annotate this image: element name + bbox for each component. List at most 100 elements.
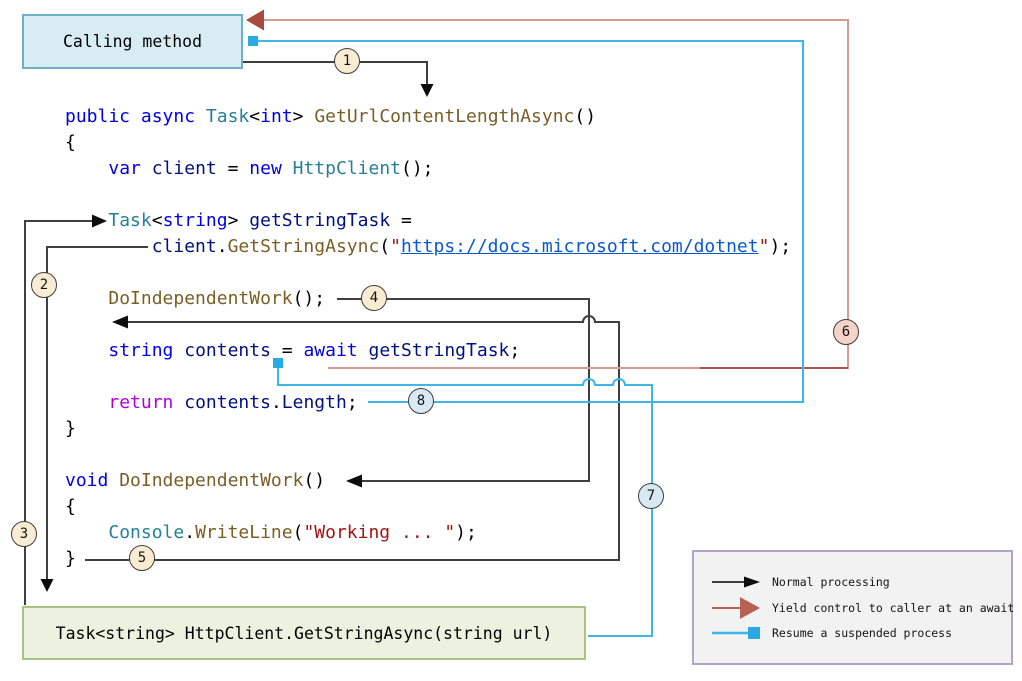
code-line: }	[65, 417, 76, 441]
code-token: contents	[184, 340, 271, 361]
url-link[interactable]: https://docs.microsoft.com/dotnet	[401, 236, 759, 257]
code-token	[173, 340, 184, 361]
code-token: );	[769, 236, 791, 257]
yield-arrow-icon	[712, 595, 760, 621]
code-line: public async Task<int> GetUrlContentLeng…	[65, 105, 596, 129]
code-token: Task	[108, 210, 151, 231]
code-token	[108, 470, 119, 491]
code-token: Console	[108, 522, 184, 543]
code-line: Task<string> getStringTask =	[65, 209, 412, 233]
legend-label: Normal processing	[772, 575, 890, 589]
code-token: string	[163, 210, 228, 231]
code-token: ();	[293, 288, 326, 309]
code-token: void	[65, 470, 108, 491]
code-token	[65, 392, 108, 413]
code-token: <	[249, 106, 260, 127]
code-token: .	[271, 392, 282, 413]
code-token: client	[152, 236, 217, 257]
step-badge-1: 1	[334, 48, 360, 74]
code-token: }	[65, 548, 76, 569]
code-token: DoIndependentWork	[119, 470, 303, 491]
legend-item-resume: Resume a suspended process	[712, 621, 952, 645]
code-token: Task	[206, 106, 249, 127]
code-token: string	[108, 340, 173, 361]
code-token	[195, 106, 206, 127]
code-token: =	[217, 158, 250, 179]
legend-label: Yield control to caller at an await	[772, 601, 1014, 615]
code-token: .	[217, 236, 228, 257]
code-token: ()	[574, 106, 596, 127]
arrow-2-head-icon	[41, 579, 54, 592]
code-token: contents	[184, 392, 271, 413]
arrow-4-head-icon	[346, 475, 362, 488]
code-token: >	[228, 210, 250, 231]
code-token: new	[249, 158, 282, 179]
code-token: int	[260, 106, 293, 127]
code-line: {	[65, 495, 76, 519]
code-token: =	[390, 210, 412, 231]
code-token	[130, 106, 141, 127]
code-token: "	[390, 236, 401, 257]
legend-label: Resume a suspended process	[772, 626, 952, 640]
code-line: return contents.Length;	[65, 391, 358, 415]
code-token	[173, 392, 184, 413]
code-token: {	[65, 496, 76, 517]
legend: Normal processing Yield control to calle…	[692, 550, 1013, 665]
step-badge-4: 4	[361, 285, 387, 311]
code-token	[141, 158, 152, 179]
code-token: .	[184, 522, 195, 543]
code-token: getStringTask	[249, 210, 390, 231]
code-token	[282, 158, 293, 179]
code-token: DoIndependentWork	[108, 288, 292, 309]
resume-marker-icon	[712, 626, 760, 640]
calling-method-label: Calling method	[63, 32, 202, 51]
code-line: void DoIndependentWork()	[65, 469, 325, 493]
code-token: {	[65, 132, 76, 153]
arrow-5-head-icon	[112, 316, 128, 329]
code-token: WriteLine	[195, 522, 293, 543]
code-token: "	[759, 236, 770, 257]
code-token	[358, 340, 369, 361]
legend-item-normal: Normal processing	[712, 570, 890, 594]
code-token	[65, 340, 108, 361]
arrow-1-head-icon	[421, 84, 434, 97]
code-token: GetStringAsync	[228, 236, 380, 257]
code-token: "Working ... "	[303, 522, 455, 543]
code-token: return	[108, 392, 173, 413]
code-line: }	[65, 547, 76, 571]
code-line: Console.WriteLine("Working ... ");	[65, 521, 477, 545]
arrow-8-resume-marker-icon	[248, 36, 258, 46]
code-token	[65, 236, 152, 257]
code-token	[65, 210, 108, 231]
code-token: =	[271, 340, 304, 361]
code-token	[65, 522, 108, 543]
code-token: ()	[303, 470, 325, 491]
code-token	[65, 158, 108, 179]
code-line: {	[65, 131, 76, 155]
code-token: (	[379, 236, 390, 257]
calling-method-box: Calling method	[22, 14, 243, 69]
code-token: var	[108, 158, 141, 179]
arrow-6-head-icon	[246, 10, 264, 31]
step-badge-7: 7	[638, 483, 664, 509]
code-token: HttpClient	[293, 158, 401, 179]
code-token: ;	[509, 340, 520, 361]
code-token: await	[303, 340, 357, 361]
normal-arrow-icon	[712, 575, 760, 589]
async-flow-diagram: Calling method Task<string> HttpClient.G…	[0, 0, 1022, 681]
code-line: client.GetStringAsync("https://docs.micr…	[65, 235, 791, 259]
step-badge-3: 3	[11, 521, 37, 547]
code-token: }	[65, 418, 76, 439]
code-token: >	[293, 106, 315, 127]
code-token: ;	[347, 392, 358, 413]
code-token: getStringTask	[368, 340, 509, 361]
getstringasync-label: Task<string> HttpClient.GetStringAsync(s…	[56, 624, 553, 643]
code-token: client	[152, 158, 217, 179]
code-token: public	[65, 106, 130, 127]
code-token: ();	[401, 158, 434, 179]
step-badge-8: 8	[408, 388, 434, 414]
code-token	[65, 288, 108, 309]
code-token: <	[152, 210, 163, 231]
code-token: async	[141, 106, 195, 127]
code-line: DoIndependentWork();	[65, 287, 325, 311]
